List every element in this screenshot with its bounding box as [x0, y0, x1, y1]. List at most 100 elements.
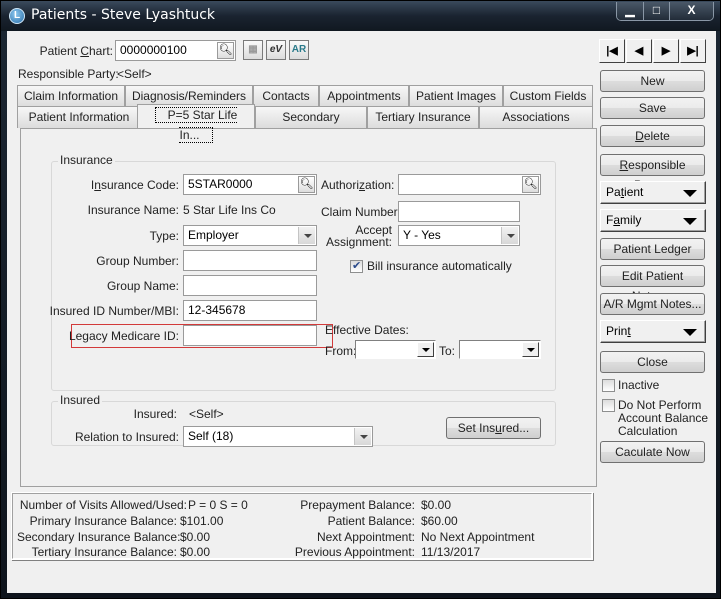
insured-id-input[interactable]: 12-345678 [183, 300, 317, 321]
authorization-label: Authorization: [321, 178, 395, 192]
inactive-label: Inactive [618, 378, 660, 392]
patient-chart-label: Patient Chart: [39, 44, 113, 58]
prepayment-balance-value: $0.00 [421, 498, 452, 512]
type-select[interactable]: Employer [183, 225, 317, 246]
group-name-input[interactable] [183, 275, 317, 296]
edit-patient-notes-button[interactable]: Edit Patient Notes... [600, 265, 705, 303]
insured-id-label: Insured ID Number/MBI: [49, 304, 179, 318]
claim-number-input[interactable] [398, 201, 520, 222]
previous-appointment-value: 11/13/2017 [421, 545, 481, 559]
patient-ledger-button[interactable]: Patient Ledger [600, 238, 705, 260]
title-bar[interactable]: L Patients - Steve Lyashtuck ▁ □ X [1, 1, 720, 31]
insurance-code-input[interactable]: 5STAR0000 🔍︎ [183, 174, 317, 195]
secondary-insurance-balance-value: $0.00 [180, 530, 211, 544]
tab-appointments[interactable]: Appointments [319, 85, 409, 107]
insurance-code-label: Insurance Code: [90, 178, 179, 192]
ar-icon[interactable]: AR [289, 40, 309, 60]
relation-to-insured-value: Self (18) [188, 429, 234, 443]
delete-button[interactable]: Delete [600, 125, 705, 147]
tab-patient-images[interactable]: Patient Images [409, 85, 503, 107]
accept-assignment-label-line2: Assignment: [325, 235, 392, 249]
patient-chart-input[interactable]: 0000000100 🔍︎ [115, 40, 236, 61]
responsible-party-label: Responsible Party: [18, 67, 119, 81]
minimize-button[interactable]: ▁ [617, 2, 643, 20]
app-logo-icon: L [9, 8, 25, 24]
tab-patient-information[interactable]: Patient Information [17, 106, 141, 128]
next-record-button[interactable]: ▶ [653, 39, 679, 63]
insurance-name-value: 5 Star Life Ins Co [183, 203, 276, 217]
patient-chart-value: 0000000100 [120, 43, 187, 57]
relation-to-insured-select[interactable]: Self (18) [183, 426, 373, 447]
group-number-input[interactable] [183, 250, 317, 271]
insurance-code-value: 5STAR0000 [188, 177, 253, 191]
window-controls: ▁ □ X [616, 2, 714, 21]
primary-insurance-balance-value: $101.00 [180, 514, 224, 528]
print-menu-button[interactable]: Print [600, 320, 706, 343]
no-balance-calculation-label-line3: Calculation [618, 424, 678, 438]
effective-dates-label: Effective Dates: [325, 323, 409, 337]
primary-insurance-balance-label: Primary Insurance Balance: [29, 514, 177, 528]
tab-tertiary-insurance[interactable]: Tertiary Insurance [367, 106, 479, 128]
prepayment-balance-label: Prepayment Balance: [300, 498, 415, 512]
group-name-label: Group Name: [106, 279, 179, 293]
eligibility-verify-icon[interactable]: eV [266, 40, 286, 60]
chevron-down-icon[interactable] [298, 227, 315, 244]
bill-insurance-automatically-label: Bill insurance automatically [367, 259, 512, 273]
chevron-down-icon[interactable] [417, 342, 434, 357]
patient-chart-lookup-icon[interactable]: 🔍︎ [217, 42, 234, 59]
legacy-medicare-label: Legacy Medicare ID: [68, 329, 179, 343]
from-date-select[interactable] [355, 340, 436, 359]
window-title: Patients - Steve Lyashtuck [31, 7, 216, 23]
insurance-group-label: Insurance [58, 153, 115, 167]
patient-balance-value: $60.00 [421, 514, 458, 528]
secondary-insurance-balance-label: Secondary Insurance Balance: [17, 530, 181, 544]
legacy-medicare-input[interactable] [183, 325, 317, 346]
save-button[interactable]: Save [600, 97, 705, 119]
patients-window: L Patients - Steve Lyashtuck ▁ □ X Patie… [0, 0, 721, 599]
tab-custom-fields[interactable]: Custom Fields [503, 85, 593, 107]
accept-assignment-select[interactable]: Y - Yes [398, 225, 520, 246]
authorization-input[interactable]: 🔍︎ [398, 174, 541, 195]
responsible-party-button[interactable]: Responsible Party... [600, 154, 705, 192]
new-button[interactable]: New [600, 70, 705, 92]
first-record-button[interactable]: |◀ [599, 39, 625, 63]
group-number-label: Group Number: [96, 254, 179, 268]
patient-balance-label: Patient Balance: [327, 514, 415, 528]
close-button[interactable]: Close [600, 351, 705, 373]
chevron-down-icon[interactable] [501, 227, 518, 244]
previous-appointment-label: Previous Appointment: [294, 545, 415, 559]
bill-insurance-automatically-checkbox[interactable] [350, 259, 363, 273]
grid-icon[interactable]: ▦ [243, 40, 263, 60]
inactive-checkbox[interactable] [602, 379, 615, 392]
tab-contacts[interactable]: Contacts [253, 85, 319, 107]
relation-to-insured-label: Relation to Insured: [74, 430, 179, 444]
visits-allowed-value: P = 0 S = 0 [188, 498, 248, 512]
insured-value: <Self> [189, 407, 224, 421]
tab-associations[interactable]: Associations [479, 106, 593, 128]
family-menu-button[interactable]: Family [600, 209, 706, 232]
to-date-select[interactable] [459, 340, 541, 359]
tertiary-insurance-balance-label: Tertiary Insurance Balance: [31, 545, 177, 559]
window-client-area: Patient Chart: 0000000100 🔍︎ ▦ eV AR Res… [7, 31, 716, 593]
tab-panel-insurance: Insurance Insurance Code: 5STAR0000 🔍︎ I… [20, 128, 597, 487]
calculate-now-button[interactable]: Caculate Now [600, 441, 705, 463]
maximize-button[interactable]: □ [643, 2, 669, 20]
tab-secondary-insurance[interactable]: Secondary Insurance [255, 106, 367, 144]
close-window-button[interactable]: X [669, 2, 713, 20]
set-insured-button[interactable]: Set Insured... [446, 417, 541, 439]
claim-number-label: Claim Number: [321, 205, 402, 219]
authorization-lookup-icon[interactable]: 🔍︎ [522, 176, 539, 193]
insurance-code-lookup-icon[interactable]: 🔍︎ [298, 176, 315, 193]
last-record-button[interactable]: ▶| [680, 39, 706, 63]
previous-record-button[interactable]: ◀ [626, 39, 652, 63]
no-balance-calculation-label-line1: Do Not Perform [618, 398, 702, 412]
tab-claim-information[interactable]: Claim Information [17, 85, 125, 107]
tab-primary-insurance[interactable]: P=5 Star Life In... [137, 104, 255, 143]
chevron-down-icon[interactable] [354, 428, 371, 445]
no-balance-calculation-checkbox[interactable] [602, 399, 615, 412]
ar-mgmt-notes-button[interactable]: A/R Mgmt Notes... [600, 293, 705, 315]
insured-group-label: Insured [58, 393, 103, 407]
responsible-party-value: <Self> [117, 67, 152, 81]
patient-menu-button[interactable]: Patient [600, 181, 706, 204]
chevron-down-icon[interactable] [522, 342, 539, 357]
